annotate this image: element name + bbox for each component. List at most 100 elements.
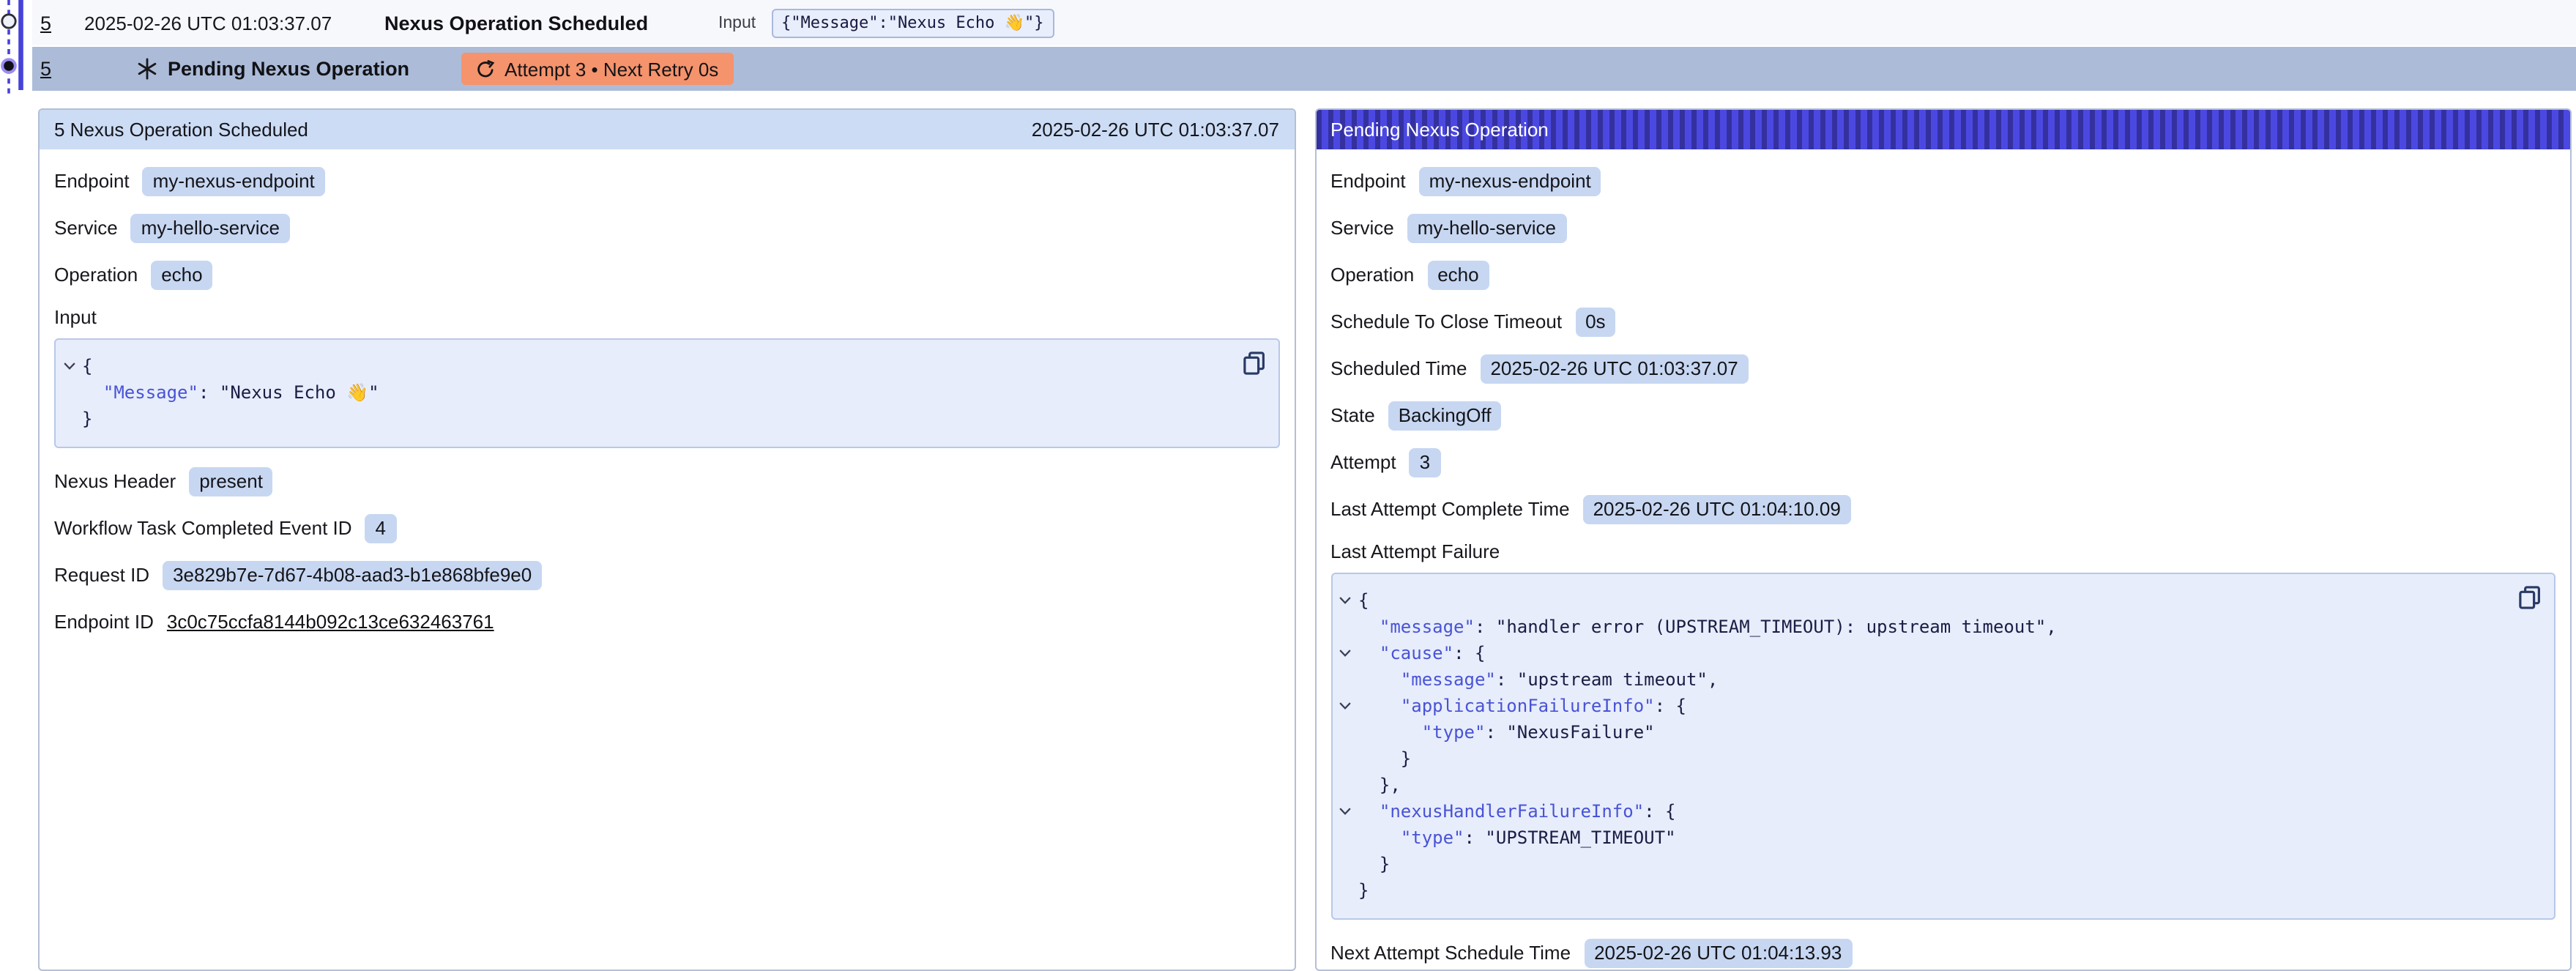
pending-operation-field-last-attempt-complete-time: Last Attempt Complete Time 2025-02-26 UTC… [1330,493,2555,525]
event-detail-field-endpoint-id: Endpoint ID 3c0c75ccfa8144b092c13ce632463… [54,606,1279,638]
collapse-chevron-icon[interactable] [56,352,82,379]
event-detail-field-service: Service my-hello-service [54,212,1279,244]
panel-title: Pending Nexus Operation [1330,118,1549,140]
field-label: Endpoint ID [54,611,154,633]
code-gutter [1332,824,1358,850]
pending-asterisk-icon [135,58,157,80]
copy-icon[interactable] [2519,585,2541,609]
code-gutter [1332,877,1358,903]
code-line: } [56,405,1228,431]
pending-operation-field-operation: Operationecho [1330,258,2555,291]
pending-operation-field-service: Service my-hello-service [1330,212,2555,244]
field-label: Scheduled Time [1330,357,1467,379]
retry-icon [475,59,494,78]
pending-operation-field-scheduled-time: Scheduled Time 2025-02-26 UTC 01:03:37.07 [1330,352,2555,384]
code-gutter [1332,850,1358,877]
field-value-badge: 4 [365,513,396,543]
temporal-event-history-view: 5 2025-02-26 UTC 01:03:37.07 Nexus Opera… [0,0,2576,956]
pending-operation-panel-header: Pending Nexus Operation [1316,109,2570,149]
event-row-nexus-operation-scheduled[interactable]: 5 2025-02-26 UTC 01:03:37.07 Nexus Opera… [31,0,2576,45]
panel-timestamp: 2025-02-26 UTC 01:03:37.07 [1032,118,1279,140]
code-text: "nexusHandlerFailureInfo": { [1358,797,1676,824]
field-label: Service [54,217,118,239]
field-value-badge: present [189,466,273,496]
field-label: Operation [54,264,138,286]
field-label: State [1330,404,1375,426]
field-value-badge: BackingOff [1388,401,1502,430]
event-detail-field-operation: Operation echo [54,258,1279,291]
field-value-badge: echo [151,260,212,289]
code-text: "cause": { [1358,639,1485,666]
field-label: Operation [1330,264,1414,286]
code-line: "Message": "Nexus Echo 👋" [56,379,1228,405]
code-line: { [1332,587,2504,613]
pending-operation-last-attempt-failure-code-block: { "message": "handler error (UPSTREAM_TI… [1330,572,2555,919]
code-line: "cause": { [1332,639,2504,666]
retry-badge-text: Attempt 3 • Next Retry 0s [505,58,718,80]
event-id-link[interactable]: 5 [40,12,51,34]
field-value-badge: 2025-02-26 UTC 01:04:13.93 [1584,938,1852,967]
event-history-rows: 5 2025-02-26 UTC 01:03:37.07 Nexus Opera… [31,0,2576,91]
field-value-badge: 0s [1575,307,1615,336]
timeline-gutter [0,0,32,94]
code-text: "message": "upstream timeout", [1358,666,1718,692]
field-value-badge: my-hello-service [131,213,290,242]
event-detail-field-endpoint: Endpointmy-nexus-endpoint [54,165,1279,197]
code-line: } [1332,745,2504,771]
pending-event-title: Pending Nexus Operation [168,58,409,80]
field-value-badge: my-nexus-endpoint [143,166,325,196]
event-id-link[interactable]: 5 [40,58,51,80]
event-detail-field-nexus-header: Nexus Header present [54,465,1279,497]
event-detail-input-code-block: { "Message": "Nexus Echo 👋"} [54,338,1279,447]
field-label: Input [54,305,1279,327]
pending-operation-field-attempt: Attempt3 [1330,446,2555,478]
collapse-chevron-icon[interactable] [1332,797,1358,824]
code-line: } [1332,850,2504,877]
field-value-badge: 3e829b7e-7d67-4b08-aad3-b1e868bfe9e0 [163,560,542,589]
code-line: { [56,352,1228,379]
code-text: } [1358,877,1369,903]
field-label: Last Attempt Complete Time [1330,498,1570,520]
field-label: Workflow Task Completed Event ID [54,517,352,539]
pending-operation-field-schedule-to-close-timeout: Schedule To Close Timeout0s [1330,305,2555,338]
event-input-chip: {"Message":"Nexus Echo 👋"} [771,8,1054,37]
pending-operation-fields: Endpointmy-nexus-endpoint Service my-hello… [1316,149,2570,971]
copy-icon[interactable] [1243,351,1265,374]
event-input-label: Input [718,14,756,31]
collapse-chevron-icon[interactable] [1332,639,1358,666]
pending-operation-field-state: State BackingOff [1330,399,2555,431]
code-text: "Message": "Nexus Echo 👋" [82,379,379,405]
field-label: Service [1330,217,1394,239]
code-text: }, [1358,771,1401,797]
code-line: "applicationFailureInfo": { [1332,692,2504,718]
field-label: Endpoint [1330,170,1406,192]
pending-operation-field-endpoint: Endpointmy-nexus-endpoint [1330,165,2555,197]
field-label: Nexus Header [54,470,176,492]
event-detail-field-workflow-task-completed-event-id: Workflow Task Completed Event ID 4 [54,512,1279,544]
code-text: "applicationFailureInfo": { [1358,692,1686,718]
event-detail-panel-header: 5 Nexus Operation Scheduled 2025-02-26 U… [40,109,1294,149]
event-detail-panel: 5 Nexus Operation Scheduled 2025-02-26 U… [38,108,1295,971]
field-value-badge: 2025-02-26 UTC 01:03:37.07 [1480,354,1748,383]
event-row-pending-nexus-operation[interactable]: 5 Pending Nexus Operation Attempt 3 • Ne… [31,47,2576,91]
field-label: Request ID [54,564,149,586]
code-text: } [82,405,92,431]
code-line: "message": "handler error (UPSTREAM_TIME… [1332,613,2504,639]
code-text: { [1358,587,1369,613]
code-text: "type": "UPSTREAM_TIMEOUT" [1358,824,1676,850]
code-line: "type": "NexusFailure" [1332,718,2504,745]
pending-operation-panel: Pending Nexus Operation Endpointmy-nexus… [1314,108,2572,971]
collapse-chevron-icon[interactable] [1332,587,1358,613]
timeline-selected-node-icon[interactable] [2,59,15,72]
field-value-badge: my-hello-service [1407,213,1566,242]
field-value-link[interactable]: 3c0c75ccfa8144b092c13ce632463761 [167,611,494,633]
code-line: }, [1332,771,2504,797]
field-value-badge: 2025-02-26 UTC 01:04:10.09 [1583,494,1851,524]
timeline-open-node-icon[interactable] [2,15,15,28]
code-line: "type": "UPSTREAM_TIMEOUT" [1332,824,2504,850]
event-timestamp: 2025-02-26 UTC 01:03:37.07 [84,12,332,34]
collapse-chevron-icon[interactable] [1332,692,1358,718]
code-line: "nexusHandlerFailureInfo": { [1332,797,2504,824]
code-gutter [1332,666,1358,692]
field-label: Last Attempt Failure [1330,540,2555,562]
